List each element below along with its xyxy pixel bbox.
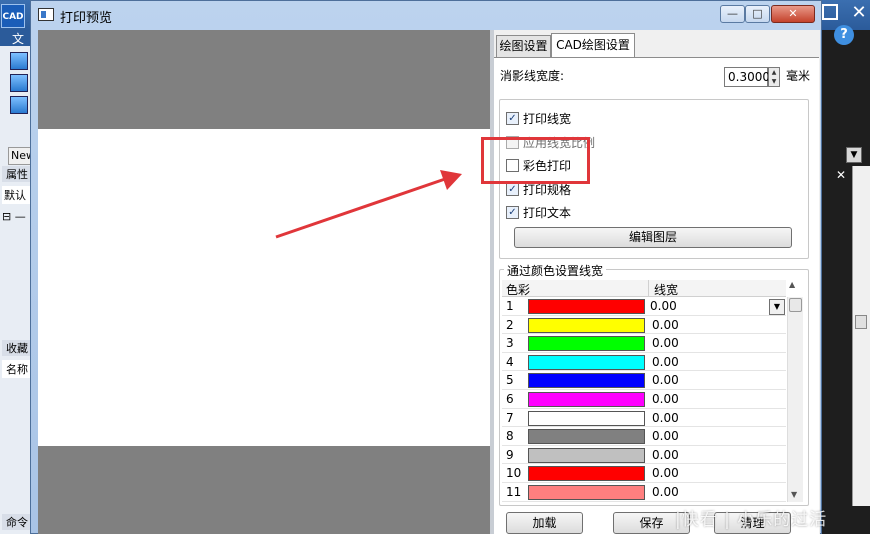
app-logo: CAD bbox=[1, 4, 25, 28]
table-row[interactable]: 4 0.00 bbox=[502, 353, 786, 372]
app-close-button[interactable]: ✕ bbox=[850, 2, 868, 23]
bmp-export-icon[interactable] bbox=[10, 96, 28, 114]
maximize-button[interactable]: □ bbox=[745, 5, 770, 23]
table-row[interactable]: 5 0.00 bbox=[502, 371, 786, 390]
checkbox-checked-icon: ✓ bbox=[506, 111, 519, 125]
color-swatch[interactable] bbox=[528, 317, 645, 333]
hide-line-width-stepper[interactable]: ▲ ▼ bbox=[768, 67, 780, 87]
color-swatch[interactable] bbox=[528, 447, 645, 463]
table-scrollbar-thumb[interactable] bbox=[789, 298, 802, 312]
lineweight-value[interactable]: 0.00 bbox=[652, 392, 679, 406]
watermark: |快看 | 小乐的过活 bbox=[675, 510, 828, 530]
select-tool-icon[interactable] bbox=[10, 52, 28, 70]
row-index: 6 bbox=[506, 391, 514, 406]
app-scrollbar-thumb[interactable] bbox=[855, 315, 867, 329]
highlight-box bbox=[481, 137, 590, 184]
table-row[interactable]: 1 0.00 bbox=[502, 297, 786, 316]
checkbox-label: 打印线宽 bbox=[523, 111, 572, 126]
help-icon[interactable]: ? bbox=[834, 25, 854, 45]
lineweight-value[interactable]: 0.00 bbox=[652, 466, 679, 480]
color-swatch[interactable] bbox=[528, 391, 645, 407]
table-body: 1 0.00 2 0.00 3 0.00 4 0.00 5 0.00 6 0.00 7 0.00 8 0.00… bbox=[502, 297, 786, 502]
print-text-checkbox[interactable]: ✓ 打印文本 bbox=[506, 204, 571, 220]
row-index: 2 bbox=[506, 317, 514, 332]
table-row[interactable]: 6 0.00 bbox=[502, 390, 786, 409]
panel-close-icon[interactable]: ✕ bbox=[836, 168, 846, 182]
table-row[interactable]: 9 0.00 bbox=[502, 446, 786, 465]
color-swatch[interactable] bbox=[528, 354, 645, 370]
checkbox-checked-icon: ✓ bbox=[506, 205, 519, 219]
row-index: 7 bbox=[506, 410, 514, 425]
color-swatch[interactable] bbox=[528, 336, 645, 352]
lineweight-value[interactable]: 0.00 bbox=[652, 373, 679, 387]
column-header-width[interactable]: 线宽 bbox=[654, 281, 678, 298]
row-index: 8 bbox=[506, 429, 514, 444]
color-swatch[interactable] bbox=[528, 299, 645, 314]
tab-cad-drawing-settings[interactable]: CAD绘图设置 bbox=[551, 33, 635, 57]
row-index: 3 bbox=[506, 336, 514, 351]
color-swatch[interactable] bbox=[528, 410, 645, 426]
lineweight-value[interactable]: 0.00 bbox=[652, 448, 679, 462]
emf-export-icon[interactable] bbox=[10, 74, 28, 92]
window-icon bbox=[38, 8, 54, 21]
color-swatch[interactable] bbox=[528, 429, 645, 445]
table-row[interactable]: 2 0.00 bbox=[502, 316, 786, 335]
color-swatch[interactable] bbox=[528, 373, 645, 389]
preview-paper bbox=[38, 129, 490, 446]
group-title: 通过颜色设置线宽 bbox=[504, 262, 607, 279]
scroll-down-icon[interactable]: ▼ bbox=[791, 490, 797, 499]
chevron-down-icon[interactable]: ▼ bbox=[769, 299, 785, 315]
table-row[interactable]: 7 0.00 bbox=[502, 409, 786, 428]
color-swatch[interactable] bbox=[528, 484, 645, 500]
table-row[interactable]: 3 0.00 bbox=[502, 334, 786, 353]
app-menu-file[interactable]: 文 bbox=[0, 30, 34, 46]
row-index: 4 bbox=[506, 354, 514, 369]
chevron-down-icon[interactable]: ▼ bbox=[846, 147, 862, 163]
dialog-title: 打印预览 bbox=[60, 11, 113, 26]
lineweight-value[interactable]: 0.00 bbox=[652, 336, 679, 350]
row-index: 9 bbox=[506, 447, 514, 462]
app-vertical-scrollbar[interactable] bbox=[852, 166, 870, 506]
column-divider[interactable] bbox=[648, 280, 649, 297]
checkbox-checked-icon: ✓ bbox=[506, 182, 519, 196]
row-index: 10 bbox=[506, 466, 522, 481]
lineweight-value[interactable]: 0.00 bbox=[652, 318, 679, 332]
column-header-color[interactable]: 色彩 bbox=[506, 281, 530, 298]
unit-label: 毫米 bbox=[786, 69, 811, 83]
row-index: 11 bbox=[506, 484, 522, 499]
scroll-up-icon[interactable]: ▲ bbox=[789, 280, 795, 289]
table-row[interactable]: 10 0.00 bbox=[502, 464, 786, 483]
row-index: 5 bbox=[506, 373, 514, 388]
edit-layers-button[interactable]: 编辑图层 bbox=[514, 227, 792, 248]
minimize-button[interactable]: — bbox=[720, 5, 745, 23]
checkbox-label: 打印文本 bbox=[523, 205, 572, 220]
tab-drawing-settings[interactable]: 绘图设置 bbox=[496, 35, 551, 57]
table-row[interactable]: 11 0.00 bbox=[502, 483, 786, 502]
print-lineweight-checkbox[interactable]: ✓ 打印线宽 bbox=[506, 110, 571, 126]
lineweight-value[interactable]: 0.00 bbox=[652, 355, 679, 369]
table-row[interactable]: 8 0.00 bbox=[502, 427, 786, 446]
lineweight-value[interactable]: 0.00 bbox=[652, 411, 679, 425]
lineweight-value[interactable]: 0.00 bbox=[652, 429, 679, 443]
lineweight-value[interactable]: 0.00 bbox=[652, 485, 679, 499]
lineweight-value[interactable]: 0.00 bbox=[650, 299, 677, 313]
table-scrollbar[interactable] bbox=[787, 297, 803, 502]
hide-line-width-input[interactable]: 0.3000 bbox=[724, 67, 770, 87]
table-header bbox=[502, 280, 786, 297]
color-swatch[interactable] bbox=[528, 466, 645, 482]
app-maximize-button[interactable] bbox=[822, 4, 838, 20]
row-index: 1 bbox=[506, 299, 514, 313]
hide-line-width-label: 消影线宽度: bbox=[500, 69, 565, 83]
close-button[interactable]: ✕ bbox=[771, 5, 815, 23]
app-toolbar bbox=[10, 52, 30, 120]
load-button[interactable]: 加载 bbox=[506, 512, 583, 534]
